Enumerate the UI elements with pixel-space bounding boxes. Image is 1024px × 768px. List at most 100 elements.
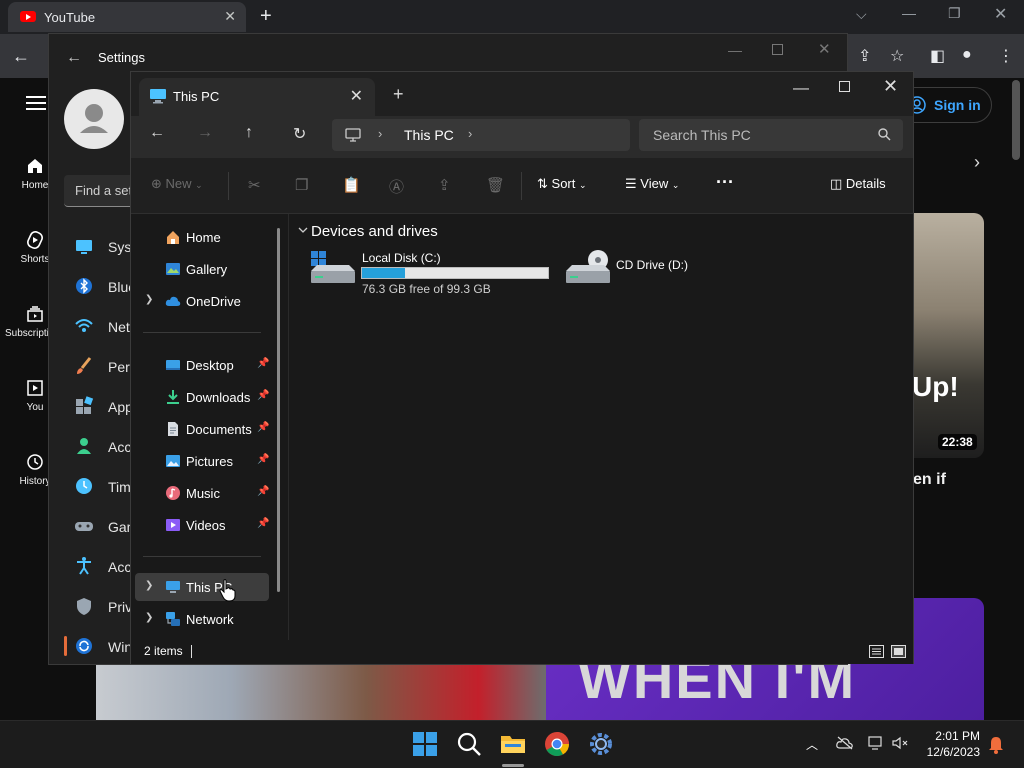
yt-nav-label: History [19, 476, 51, 487]
pin-icon[interactable]: 📌 [257, 390, 269, 401]
settings-maximize-icon[interactable] [772, 44, 783, 55]
pin-icon[interactable]: 📌 [257, 518, 269, 529]
pin-icon[interactable]: 📌 [257, 454, 269, 465]
new-tab-icon[interactable]: + [260, 5, 272, 28]
new-button[interactable]: ⊕ New ⌄ [151, 176, 203, 192]
drive-item-local-disk-c[interactable]: Local Disk (C:) 76.3 GB free of 99.3 GB [309, 249, 557, 299]
drive-item-cd-drive-d[interactable]: CD Drive (D:) [564, 249, 714, 289]
group-header-devices-drives[interactable]: Devices and drives [311, 223, 438, 240]
browser-menu-icon[interactable]: ⋮ [998, 46, 1014, 66]
details-view-icon[interactable] [869, 645, 884, 658]
explorer-minimize-icon[interactable]: — [793, 80, 809, 98]
breadcrumb-chevron-icon[interactable]: › [378, 126, 382, 141]
settings-close-icon[interactable]: ✕ [818, 40, 831, 58]
chrome-icon[interactable] [544, 731, 570, 757]
taskbar-clock-date[interactable]: 12/6/2023 [918, 745, 980, 759]
page-scrollbar[interactable] [1012, 80, 1020, 160]
breadcrumb-chevron-icon[interactable]: › [468, 126, 472, 141]
browser-restore-icon[interactable]: ❐ [948, 5, 961, 22]
sort-button[interactable]: ⇅ Sort ⌄ [537, 176, 587, 192]
delete-icon[interactable]: 🗑 [486, 176, 505, 194]
close-tab-icon[interactable]: ✕ [350, 86, 363, 106]
details-button[interactable]: ◫ Details [830, 176, 886, 192]
taskbar-clock-time[interactable]: 2:01 PM [928, 729, 980, 743]
up-arrow-icon[interactable]: ↑ [245, 124, 253, 142]
status-divider [191, 645, 192, 658]
nav-item-home[interactable]: Home [135, 223, 269, 251]
back-arrow-icon[interactable]: ← [149, 124, 165, 142]
start-icon[interactable] [412, 731, 438, 757]
nav-item-network[interactable]: ❯ Network [135, 605, 269, 633]
share-icon[interactable]: ⇪ [858, 46, 871, 66]
avatar[interactable] [64, 89, 124, 149]
tab-search-chevron-icon[interactable]: ⌵ [856, 6, 867, 23]
view-button[interactable]: ☰ View ⌄ [625, 176, 679, 192]
pin-icon[interactable]: 📌 [257, 486, 269, 497]
side-panel-icon[interactable]: ◧ [930, 46, 945, 66]
nav-item-pictures[interactable]: Pictures 📌 [135, 447, 269, 475]
accessibility-icon [77, 557, 91, 575]
browser-minimize-icon[interactable]: — [902, 5, 916, 21]
share-icon[interactable]: ⇪ [438, 176, 451, 194]
expand-chevron-icon[interactable]: ❯ [145, 612, 153, 623]
explorer-close-icon[interactable]: ✕ [883, 76, 898, 97]
browser-tab-youtube[interactable]: YouTube ✕ [8, 2, 246, 32]
settings-icon[interactable] [588, 731, 614, 757]
video-thumbnail[interactable] [96, 664, 546, 720]
hand-cursor-icon [219, 579, 236, 602]
nav-item-documents[interactable]: Documents 📌 [135, 415, 269, 443]
browser-tab-title: YouTube [44, 10, 96, 25]
sort-icon: ⇅ [537, 176, 548, 191]
expand-chevron-icon[interactable]: ❯ [145, 294, 153, 305]
address-bar[interactable]: › This PC › [332, 119, 630, 151]
browser-back-icon[interactable]: ← [12, 46, 30, 67]
search-icon[interactable] [456, 731, 482, 757]
search-input[interactable]: Search This PC [639, 119, 903, 151]
explorer-tab-this-pc[interactable]: This PC ✕ [139, 78, 375, 116]
file-explorer-icon[interactable] [500, 731, 526, 757]
browser-close-icon[interactable]: ✕ [994, 4, 1007, 24]
nav-item-this-pc[interactable]: ❯ This PC [135, 573, 269, 601]
pin-icon[interactable]: 📌 [257, 422, 269, 433]
cut-icon[interactable]: ✂ [248, 176, 261, 194]
settings-back-icon[interactable]: ← [66, 49, 82, 67]
expand-chevron-icon[interactable]: ❯ [145, 580, 153, 591]
collapse-chevron-icon[interactable] [298, 226, 308, 234]
chips-next-chevron-icon[interactable]: › [974, 152, 980, 173]
nav-item-onedrive[interactable]: ❯ OneDrive [135, 287, 269, 315]
network-status-icon[interactable] [868, 736, 886, 750]
pin-icon[interactable]: 📌 [257, 358, 269, 369]
nav-item-desktop[interactable]: Desktop 📌 [135, 351, 269, 379]
breadcrumb-this-pc[interactable]: This PC [404, 127, 454, 143]
chevron-down-icon: ⌄ [195, 180, 203, 190]
tiles-view-icon[interactable] [891, 645, 906, 658]
copy-icon[interactable]: ❐ [295, 176, 308, 194]
details-button-label: Details [845, 176, 886, 191]
hamburger-menu-icon[interactable] [26, 96, 46, 110]
bookmark-star-icon[interactable]: ☆ [890, 46, 904, 66]
explorer-maximize-icon[interactable] [839, 81, 850, 92]
profile-icon[interactable]: ● [962, 46, 972, 64]
nav-item-gallery[interactable]: Gallery [135, 255, 269, 283]
notification-bell-icon[interactable] [988, 736, 1004, 754]
video-thumbnail[interactable]: Up! [912, 213, 984, 458]
nav-item-downloads[interactable]: Downloads 📌 [135, 383, 269, 411]
command-separator [228, 172, 229, 200]
settings-search-input[interactable]: Find a setting [64, 175, 153, 207]
refresh-icon[interactable]: ↻ [293, 124, 306, 144]
paste-icon[interactable]: 📋 [342, 176, 361, 194]
nav-item-videos[interactable]: Videos 📌 [135, 511, 269, 539]
forward-arrow-icon[interactable]: → [197, 124, 213, 142]
more-options-icon[interactable]: ··· [716, 172, 734, 193]
clock-icon [76, 478, 92, 494]
close-tab-icon[interactable]: ✕ [224, 8, 236, 25]
show-hidden-icons-chevron-icon[interactable]: ︿ [806, 736, 818, 753]
rename-icon[interactable]: Ⓐ [389, 176, 404, 197]
new-tab-icon[interactable]: + [393, 84, 404, 105]
onedrive-offline-icon[interactable] [836, 736, 854, 750]
volume-muted-icon[interactable] [892, 736, 910, 750]
nav-item-music[interactable]: Music 📌 [135, 479, 269, 507]
video-title-fragment[interactable]: en if [913, 471, 946, 489]
settings-minimize-icon[interactable]: — [728, 42, 742, 58]
navigation-pane-scrollbar[interactable] [277, 228, 280, 592]
